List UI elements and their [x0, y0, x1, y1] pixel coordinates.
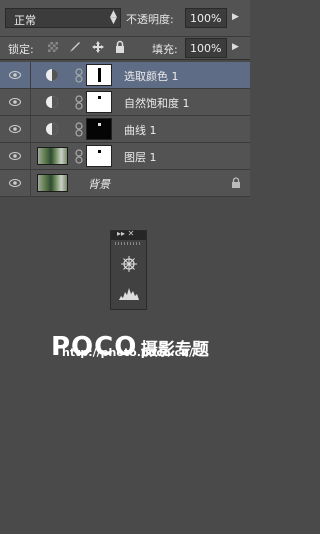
adjustment-layer-icon	[46, 96, 58, 108]
lock-fill-bar: 锁定: 填充: 100% ▶	[0, 37, 250, 60]
layer-name[interactable]: 背景	[88, 176, 110, 192]
floating-panel[interactable]: ▸▸ ✕	[110, 229, 147, 310]
lock-move-icon[interactable]	[91, 40, 105, 54]
link-icon[interactable]	[75, 149, 83, 164]
panel-header[interactable]: ▸▸ ✕	[111, 229, 146, 240]
link-icon[interactable]	[75, 95, 83, 110]
panel-grip[interactable]	[115, 242, 142, 245]
opacity-field[interactable]: 100%	[185, 8, 227, 28]
eye-icon[interactable]	[9, 177, 21, 189]
histogram-icon[interactable]	[119, 286, 139, 300]
layer-name[interactable]: 曲线 1	[124, 122, 157, 138]
adjustment-layer-icon	[46, 69, 58, 81]
lock-all-icon[interactable]	[114, 40, 126, 54]
opacity-label: 不透明度:	[126, 13, 174, 26]
lock-icon	[232, 177, 240, 188]
adjustment-layer-icon	[46, 123, 58, 135]
eye-icon[interactable]	[9, 123, 21, 135]
link-icon[interactable]	[75, 68, 83, 83]
mask-shape	[98, 150, 101, 153]
eye-icon[interactable]	[9, 150, 21, 162]
layer-name[interactable]: 选取颜色 1	[124, 68, 179, 84]
layer-mask-thumbnail[interactable]	[86, 118, 112, 140]
mask-shape	[98, 96, 101, 99]
fill-value: 100%	[190, 42, 222, 55]
opacity-dropdown-icon[interactable]: ▶	[232, 12, 239, 22]
layer-image-thumbnail[interactable]	[37, 147, 68, 165]
layer-mask-thumbnail[interactable]	[86, 64, 112, 86]
layers-list: 选取颜色 1 自然饱和度 1 曲线 1 图层 1 背景	[0, 60, 250, 197]
fill-field[interactable]: 100%	[185, 38, 227, 58]
lock-brush-icon[interactable]	[68, 40, 82, 54]
opacity-value: 100%	[190, 12, 222, 25]
layer-row[interactable]: 图层 1	[0, 143, 250, 170]
layer-row[interactable]: 背景	[0, 170, 250, 197]
visibility-divider	[30, 89, 31, 115]
lock-transparent-icon[interactable]	[48, 42, 58, 52]
compass-icon[interactable]	[120, 255, 138, 273]
lock-label: 锁定:	[8, 43, 34, 56]
blend-mode-value: 正常	[14, 14, 36, 27]
layer-row[interactable]: 自然饱和度 1	[0, 89, 250, 116]
blend-opacity-bar: 正常 ▲ ▼ 不透明度: 100% ▶	[0, 0, 250, 37]
mask-shape	[98, 68, 101, 82]
visibility-divider	[30, 143, 31, 169]
mask-shape	[98, 123, 101, 126]
layer-mask-thumbnail[interactable]	[86, 91, 112, 113]
layer-name[interactable]: 自然饱和度 1	[124, 95, 190, 111]
eye-icon[interactable]	[9, 96, 21, 108]
chevron-updown-icon: ▲ ▼	[110, 9, 117, 26]
visibility-divider	[30, 116, 31, 142]
eye-icon[interactable]	[9, 69, 21, 81]
watermark-url: http://photo.poco.cn/	[62, 346, 193, 359]
layer-mask-thumbnail[interactable]	[86, 145, 112, 167]
fill-label: 填充:	[152, 43, 178, 56]
layer-image-thumbnail[interactable]	[37, 174, 68, 192]
visibility-divider	[30, 170, 31, 196]
layer-row[interactable]: 选取颜色 1	[0, 62, 250, 89]
fill-dropdown-icon[interactable]: ▶	[232, 42, 239, 52]
panel-header-icons[interactable]: ▸▸ ✕	[117, 229, 134, 238]
visibility-divider	[30, 62, 31, 88]
blend-mode-select[interactable]: 正常 ▲ ▼	[5, 8, 121, 28]
layer-name[interactable]: 图层 1	[124, 149, 157, 165]
layer-row[interactable]: 曲线 1	[0, 116, 250, 143]
link-icon[interactable]	[75, 122, 83, 137]
